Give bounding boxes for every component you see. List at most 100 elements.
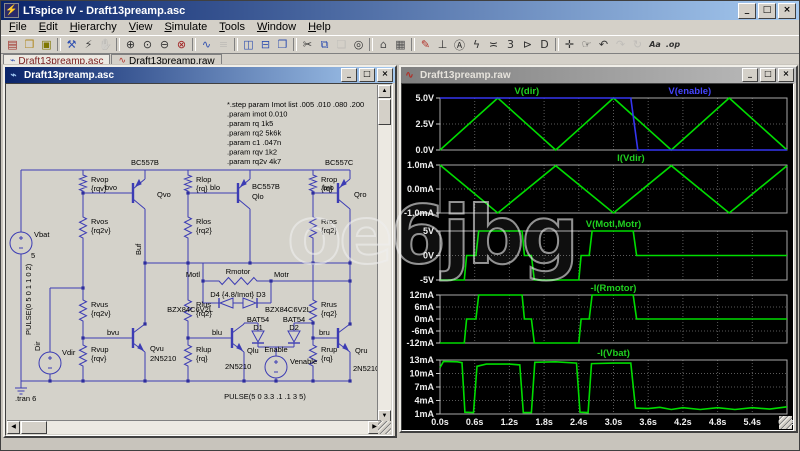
menu-hierarchy[interactable]: Hierarchy [64, 21, 123, 33]
waveform-maximize-button[interactable]: □ [760, 68, 776, 82]
save-icon[interactable]: ▣ [38, 37, 55, 52]
tile-horizontal-icon[interactable]: ⊟ [257, 37, 274, 52]
y-tick-label: 1.0mA [407, 160, 435, 170]
schematic-titlebar[interactable]: ⌁ Draft13preamp.asc _ □ × [5, 67, 395, 83]
schematic-close-button[interactable]: × [377, 68, 393, 82]
redo-icon: ↷ [615, 38, 626, 51]
menu-edit[interactable]: Edit [33, 21, 64, 33]
trace-name-label[interactable]: V(dir) [514, 86, 539, 97]
print-preview-icon[interactable]: ⌂ [375, 37, 392, 52]
junction-dot [186, 336, 190, 340]
diode-symbol [242, 297, 258, 309]
tile-vertical-icon[interactable]: ◫ [240, 37, 257, 52]
undo-icon[interactable]: ↶ [595, 37, 612, 52]
junction-dot [242, 379, 246, 383]
component-icon[interactable]: D [536, 37, 553, 52]
zoom-out-icon[interactable]: ⊖ [156, 37, 173, 52]
menu-help[interactable]: Help [302, 21, 337, 33]
schematic-resize-grip[interactable] [378, 421, 391, 434]
schematic-window-title: Draft13preamp.asc [24, 69, 115, 81]
directive-line: .param rq2v 4k7 [227, 157, 281, 166]
net-label-icon[interactable]: Ⓐ [451, 37, 468, 52]
zoom-extents-icon[interactable]: ⊗ [173, 37, 190, 52]
trace-name-label[interactable]: V(enable) [668, 86, 711, 97]
schematic-label: Motl [186, 270, 201, 279]
schematic-vscrollbar[interactable]: ▲ ▼ [377, 85, 391, 423]
spice-directive-icon[interactable]: .op [664, 37, 682, 52]
schematic-label: Rvup [91, 345, 109, 354]
move-icon[interactable]: ✛ [561, 37, 578, 52]
junction-dot [348, 261, 352, 265]
hscroll-thumb[interactable] [21, 421, 47, 434]
diode-icon[interactable]: ⊳ [519, 37, 536, 52]
wire-icon[interactable]: ✎ [417, 37, 434, 52]
minimize-button[interactable]: _ [738, 2, 756, 19]
scroll-up-arrow[interactable]: ▲ [378, 85, 391, 98]
schematic-minimize-button[interactable]: _ [341, 68, 357, 82]
schematic-label: Venable [290, 357, 317, 366]
y-tick-label: 4mA [414, 396, 434, 406]
close-button[interactable]: × [778, 2, 796, 19]
x-tick-label: 1.2s [501, 417, 519, 427]
menu-tools[interactable]: Tools [213, 21, 251, 33]
source-polarity [19, 236, 23, 249]
schematic-label: Rros [321, 217, 337, 226]
trace-name-label[interactable]: V(Motl,Motr) [586, 219, 641, 230]
x-tick-label: 3.0s [605, 417, 623, 427]
print-icon[interactable]: ▦ [392, 37, 409, 52]
resistor-icon[interactable]: ϟ [468, 37, 485, 52]
find-icon[interactable]: ◎ [350, 37, 367, 52]
x-tick-label: 1.8s [535, 417, 553, 427]
plot-settings-icon[interactable]: ∿ [198, 37, 215, 52]
schematic-label: Rlos [196, 217, 211, 226]
y-tick-label: 2.5V [415, 119, 434, 129]
zoom-back-icon[interactable]: ⊙ [139, 37, 156, 52]
drag-icon[interactable]: ☞ [578, 37, 595, 52]
schematic-label: Enable [264, 345, 287, 354]
trace-name-label[interactable]: -I(Rmotor) [591, 283, 637, 294]
control-panel-icon[interactable]: ⚒ [63, 37, 80, 52]
junction-dot [81, 336, 85, 340]
menubar: File Edit Hierarchy View Simulate Tools Window… [1, 20, 799, 35]
schematic-label: {rq} [196, 184, 208, 193]
menu-file[interactable]: File [3, 21, 33, 33]
schematic-label: Vdir [62, 348, 76, 357]
app-logo-icon: ⚡ [4, 3, 19, 18]
schematic-hscrollbar[interactable]: ◀ ▶ [7, 420, 381, 434]
cut-icon[interactable]: ✂ [299, 37, 316, 52]
waveform-minimize-button[interactable]: _ [742, 68, 758, 82]
cascade-icon[interactable]: ❐ [274, 37, 291, 52]
waveform-canvas[interactable]: 5.0V 2.5V 0.0V V(dir) V(enable) 1.0mA 0.0mA -1.… [401, 83, 796, 431]
waveform-titlebar[interactable]: ∿ Draft13preamp.raw _ □ × [401, 67, 796, 83]
maximize-button[interactable]: □ [758, 2, 776, 19]
waveform-close-button[interactable]: × [778, 68, 794, 82]
schematic-label: Qru [355, 346, 368, 355]
schematic-label: 2N5210 [225, 362, 251, 371]
vscroll-thumb[interactable] [378, 99, 391, 125]
run-icon[interactable]: ⚡ [80, 37, 97, 52]
capacitor-icon[interactable]: ≍ [485, 37, 502, 52]
zoom-in-icon[interactable]: ⊕ [122, 37, 139, 52]
trace-name-label[interactable]: -I(Vbat) [597, 348, 630, 359]
menu-view[interactable]: View [123, 21, 159, 33]
menu-simulate[interactable]: Simulate [158, 21, 213, 33]
schematic-canvas[interactable]: Vbat 5 Rvop {rqv} bvo Rvos {rq2v} BC557B Qvo Buf R… [5, 83, 393, 436]
text-icon[interactable]: Aa [646, 37, 664, 52]
waveform-resize-grip[interactable] [779, 416, 792, 429]
scroll-left-arrow[interactable]: ◀ [7, 421, 20, 434]
menu-window[interactable]: Window [251, 21, 302, 33]
plot-background [402, 84, 793, 430]
schematic-label: 2N5210 [353, 364, 379, 373]
open-icon[interactable]: ❒ [21, 37, 38, 52]
copy-icon[interactable]: ⧉ [316, 37, 333, 52]
schematic-maximize-button[interactable]: □ [359, 68, 375, 82]
ground-icon[interactable]: ⊥ [434, 37, 451, 52]
schematic-label: BC557B [252, 182, 280, 191]
trace-name-label[interactable]: I(Vdir) [617, 153, 644, 164]
new-schematic-icon[interactable]: ▤ [4, 37, 21, 52]
junction-dot [81, 191, 85, 195]
inductor-icon[interactable]: 3 [502, 37, 519, 52]
schematic-label: Rlus [196, 300, 211, 309]
voltage-source [264, 355, 288, 379]
schematic-label: .tran 6 [15, 394, 36, 403]
